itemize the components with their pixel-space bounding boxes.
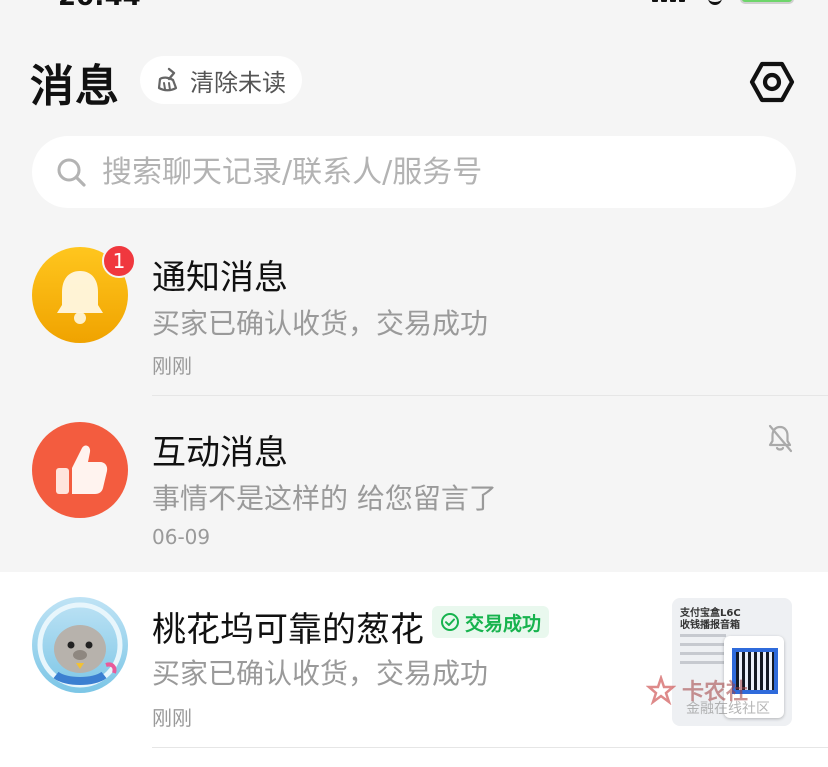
clear-unread-button[interactable]: 清除未读 <box>140 56 302 104</box>
wifi-icon <box>708 0 722 5</box>
conversation-preview: 事情不是这样的 给您留言了 <box>152 482 497 515</box>
conversation-name: 互动消息 <box>152 433 288 473</box>
conversation-time: 刚刚 <box>152 706 192 730</box>
watermark: 卡农社 金融在线社区 <box>646 674 770 717</box>
cellular-signal-icon <box>652 0 685 2</box>
search-input[interactable] <box>100 153 796 191</box>
settings-icon[interactable] <box>748 58 796 106</box>
thumbnail-feature-lines <box>680 634 726 670</box>
status-time: 20:44 <box>58 0 141 12</box>
thumbnail-subtitle: 收钱播报音箱 <box>680 620 740 631</box>
seal-astronaut-avatar <box>32 597 128 693</box>
clear-unread-label: 清除未读 <box>190 68 286 97</box>
conversation-time: 刚刚 <box>152 354 192 378</box>
thumbs-up-icon <box>56 445 108 494</box>
seal-astronaut-icon <box>37 602 123 688</box>
conversation-name: 通知消息 <box>152 258 288 298</box>
conversation-row-interactions[interactable]: 互动消息 事情不是这样的 给您留言了 06-09 <box>0 397 828 571</box>
trade-success-label: 交易成功 <box>465 612 542 635</box>
battery-icon <box>740 0 794 4</box>
page-title: 消息 <box>30 61 120 112</box>
trade-success-badge: 交易成功 <box>432 606 550 638</box>
search-icon <box>57 158 86 187</box>
mute-bell-icon <box>768 424 793 453</box>
check-circle-icon <box>441 613 459 631</box>
divider <box>152 395 828 396</box>
broom-icon <box>157 67 178 92</box>
watermark-subtext: 金融在线社区 <box>686 701 770 717</box>
divider <box>152 747 828 748</box>
status-bar: 20:44 <box>0 0 828 12</box>
unread-badge: 1 <box>102 244 136 278</box>
watermark-logo-icon <box>646 675 676 705</box>
conversation-time: 06-09 <box>152 525 211 549</box>
search-bar[interactable] <box>32 136 796 208</box>
conversation-name: 桃花坞可靠的葱花 <box>152 610 424 650</box>
conversation-preview: 买家已确认收货，交易成功 <box>152 657 489 690</box>
conversation-preview: 买家已确认收货，交易成功 <box>152 307 489 340</box>
interaction-avatar <box>32 422 128 518</box>
